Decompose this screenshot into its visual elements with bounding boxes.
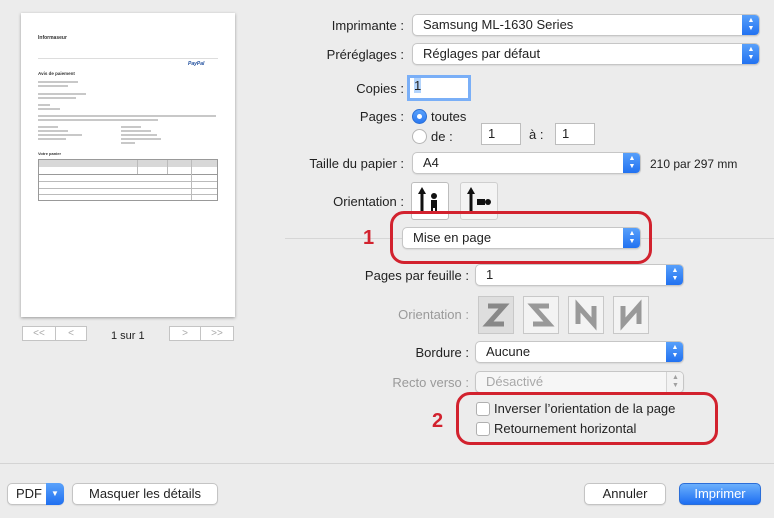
chevron-down-icon: ▼ bbox=[46, 483, 64, 505]
layout-n-reverse-icon[interactable] bbox=[568, 296, 604, 334]
popup-arrows-icon: ▲ ▼ bbox=[742, 44, 759, 64]
last-page-button[interactable]: >> bbox=[200, 326, 234, 341]
section-select[interactable]: Mise en page ▲ ▼ bbox=[402, 227, 641, 249]
presets-select[interactable]: Réglages par défaut ▲ ▼ bbox=[412, 43, 760, 65]
pdf-label: PDF bbox=[16, 486, 42, 501]
popup-arrows-icon: ▲ ▼ bbox=[666, 342, 683, 362]
pages-range-label: de : bbox=[431, 129, 453, 144]
pages-from-value: 1 bbox=[488, 126, 496, 141]
paper-size-label: Taille du papier : bbox=[309, 156, 404, 171]
flip-horizontal-label: Retournement horizontal bbox=[494, 421, 637, 436]
print-button[interactable]: Imprimer bbox=[679, 483, 761, 505]
border-value: Aucune bbox=[486, 344, 531, 359]
pages-all-radio[interactable] bbox=[412, 109, 427, 124]
printer-select[interactable]: Samsung ML-1630 Series ▲ ▼ bbox=[412, 14, 760, 36]
layout-z-icon[interactable] bbox=[478, 296, 514, 334]
pdf-menu-button[interactable]: PDF ▼ bbox=[7, 483, 64, 505]
preview-table bbox=[38, 159, 218, 201]
copies-value: 1 bbox=[414, 78, 422, 93]
duplex-label: Recto verso : bbox=[392, 375, 469, 390]
pages-per-sheet-label: Pages par feuille : bbox=[364, 268, 469, 283]
popup-arrows-icon: ▲ ▼ bbox=[666, 372, 683, 392]
paper-size-value: A4 bbox=[423, 155, 439, 170]
annotation-marker-2: 2 bbox=[432, 410, 444, 432]
preview-company: Informaseur bbox=[38, 35, 67, 41]
copies-field[interactable]: 1 bbox=[407, 75, 471, 101]
section-value: Mise en page bbox=[413, 230, 492, 245]
pages-to-value: 1 bbox=[562, 126, 570, 141]
pages-to-field[interactable]: 1 bbox=[555, 123, 595, 145]
paper-size-select[interactable]: A4 ▲ ▼ bbox=[412, 152, 641, 174]
reverse-orientation-checkbox[interactable] bbox=[476, 402, 490, 416]
popup-arrows-icon: ▲ ▼ bbox=[623, 228, 640, 248]
pages-all-label: toutes bbox=[431, 109, 467, 124]
border-label: Bordure : bbox=[415, 345, 469, 360]
preview-receipt-title: Avis de paiement bbox=[38, 71, 75, 76]
hide-details-button[interactable]: Masquer les détails bbox=[72, 483, 218, 505]
printer-label: Imprimante : bbox=[331, 18, 404, 33]
popup-arrows-icon: ▲ ▼ bbox=[666, 265, 683, 285]
duplex-select: Désactivé ▲ ▼ bbox=[475, 371, 684, 393]
pages-from-field[interactable]: 1 bbox=[481, 123, 521, 145]
print-preview: Informaseur PayPal Avis de paiement Votr… bbox=[21, 13, 235, 317]
pages-per-sheet-value: 1 bbox=[486, 267, 494, 282]
presets-value: Réglages par défaut bbox=[423, 46, 541, 61]
footer-separator bbox=[0, 463, 774, 464]
preview-divider bbox=[38, 58, 218, 59]
paper-dimensions: 210 par 297 mm bbox=[650, 157, 738, 171]
pages-to-label: à : bbox=[529, 127, 544, 142]
preview-section-title: Votre panier bbox=[38, 151, 62, 156]
cancel-button[interactable]: Annuler bbox=[584, 483, 666, 505]
layout-direction-label: Orientation : bbox=[398, 307, 469, 322]
paypal-logo: PayPal bbox=[188, 61, 205, 67]
page-indicator: 1 sur 1 bbox=[111, 330, 145, 342]
previous-page-button[interactable]: < bbox=[55, 326, 87, 341]
layout-s-icon[interactable] bbox=[523, 296, 559, 334]
annotation-box-2 bbox=[456, 392, 718, 445]
annotation-marker-1: 1 bbox=[363, 227, 375, 249]
layout-n-icon[interactable] bbox=[613, 296, 649, 334]
next-page-button[interactable]: > bbox=[169, 326, 201, 341]
pages-range-radio[interactable] bbox=[412, 129, 427, 144]
pages-label: Pages : bbox=[359, 109, 404, 124]
reverse-orientation-label: Inverser l’orientation de la page bbox=[494, 401, 676, 416]
printer-value: Samsung ML-1630 Series bbox=[423, 17, 574, 32]
first-page-button[interactable]: << bbox=[22, 326, 56, 341]
pages-per-sheet-select[interactable]: 1 ▲ ▼ bbox=[475, 264, 684, 286]
presets-label: Préréglages : bbox=[326, 47, 404, 62]
border-select[interactable]: Aucune ▲ ▼ bbox=[475, 341, 684, 363]
flip-horizontal-checkbox[interactable] bbox=[476, 422, 490, 436]
copies-label: Copies : bbox=[356, 81, 404, 96]
popup-arrows-icon: ▲ ▼ bbox=[742, 15, 759, 35]
orientation-label: Orientation : bbox=[333, 194, 404, 209]
duplex-value: Désactivé bbox=[486, 374, 544, 389]
popup-arrows-icon: ▲ ▼ bbox=[623, 153, 640, 173]
